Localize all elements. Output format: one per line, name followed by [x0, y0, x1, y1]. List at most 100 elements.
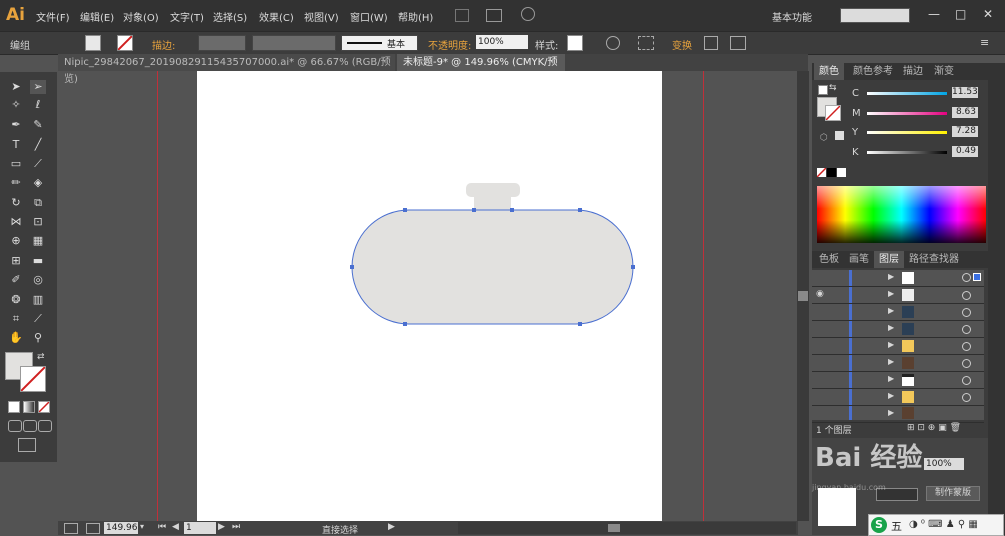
- shape-builder-icon[interactable]: ⊕: [8, 234, 24, 248]
- type-tool-icon[interactable]: T: [8, 138, 24, 152]
- tab-swatches[interactable]: 色板: [814, 251, 844, 268]
- status-menu-icon[interactable]: ▶: [388, 522, 395, 532]
- make-mask-button[interactable]: 制作蒙版: [926, 486, 980, 501]
- pen-tool-icon[interactable]: ✒: [8, 118, 24, 132]
- ime-tool-icons[interactable]: ◑ ⁰ ⌨ ♟ ⚲ ▦: [909, 519, 978, 530]
- draw-behind-icon[interactable]: [23, 420, 37, 432]
- search-input[interactable]: [840, 8, 910, 23]
- prev-artboard-icon[interactable]: ◀: [172, 522, 179, 532]
- anchor-point[interactable]: [510, 208, 514, 212]
- panel-menu-icon[interactable]: ≡: [980, 36, 989, 49]
- ime-mode-label[interactable]: 五: [891, 518, 902, 534]
- layer-row[interactable]: ▶: [812, 372, 984, 389]
- channel-k-slider[interactable]: [867, 151, 947, 154]
- swap-icon[interactable]: ⇆: [829, 83, 837, 93]
- zoom-dropdown-icon[interactable]: ▾: [140, 522, 144, 531]
- menu-edit[interactable]: 编辑(E): [80, 9, 114, 24]
- expand-arrow-icon[interactable]: ▶: [888, 306, 894, 315]
- zoom-tool-icon[interactable]: ⚲: [30, 331, 46, 345]
- anchor-point[interactable]: [631, 265, 635, 269]
- gradient-tool-icon[interactable]: ▬: [30, 254, 46, 268]
- expand-arrow-icon[interactable]: ▶: [888, 340, 894, 349]
- stroke-color-box[interactable]: [20, 366, 46, 392]
- menu-object[interactable]: 对象(O): [123, 9, 159, 24]
- expand-arrow-icon[interactable]: ▶: [888, 323, 894, 332]
- maximize-icon[interactable]: □: [955, 7, 966, 21]
- layer-row[interactable]: ▶: [812, 321, 984, 338]
- opacity-input[interactable]: 100%: [476, 35, 528, 49]
- none-swatch[interactable]: [816, 167, 827, 178]
- last-artboard-icon[interactable]: ⏭: [232, 522, 240, 532]
- brush-dropdown[interactable]: 基本: [341, 35, 418, 51]
- menu-file[interactable]: 文件(F): [36, 9, 70, 24]
- transform-label[interactable]: 变换: [672, 37, 692, 52]
- gradient-mode-icon[interactable]: [23, 401, 35, 413]
- column-graph-icon[interactable]: ▥: [30, 293, 46, 307]
- screen-mode-icon[interactable]: [18, 438, 36, 452]
- layer-row[interactable]: ▶: [812, 406, 984, 423]
- artboard-number-input[interactable]: 1: [184, 522, 216, 534]
- envelope-icon[interactable]: [730, 36, 746, 50]
- visibility-eye-icon[interactable]: ◉: [816, 289, 824, 299]
- tab-gradient[interactable]: 渐变: [929, 63, 959, 80]
- expand-arrow-icon[interactable]: ▶: [888, 272, 894, 281]
- tab-brushes[interactable]: 画笔: [844, 251, 874, 268]
- target-icon[interactable]: [962, 359, 971, 368]
- share-icon[interactable]: [86, 523, 100, 534]
- tab-untitled-9[interactable]: 未标题-9* @ 149.96% (CMYK/预览): [397, 54, 565, 85]
- next-artboard-icon[interactable]: ▶: [218, 522, 225, 532]
- expand-arrow-icon[interactable]: ▶: [888, 374, 894, 383]
- anchor-point[interactable]: [578, 322, 582, 326]
- target-icon[interactable]: [962, 291, 971, 300]
- layer-row[interactable]: ▶: [812, 355, 984, 372]
- anchor-point[interactable]: [472, 208, 476, 212]
- curvature-tool-icon[interactable]: ✎: [30, 118, 46, 132]
- bridge-icon[interactable]: [455, 9, 469, 22]
- blend-tool-icon[interactable]: ◎: [30, 273, 46, 287]
- panel-stroke-box[interactable]: [825, 105, 841, 121]
- minimize-icon[interactable]: —: [928, 7, 940, 21]
- rotate-tool-icon[interactable]: ↻: [8, 196, 24, 210]
- direct-selection-tool-icon[interactable]: ➢: [30, 80, 46, 94]
- horizontal-scrollbar[interactable]: [458, 522, 796, 534]
- default-colors-icon[interactable]: [818, 85, 828, 95]
- eraser-icon[interactable]: ◈: [30, 176, 46, 190]
- eyedropper-icon[interactable]: ✐: [8, 273, 24, 287]
- expand-arrow-icon[interactable]: ▶: [888, 357, 894, 366]
- target-icon[interactable]: [962, 325, 971, 334]
- layer-row[interactable]: ◉ ▶: [812, 287, 984, 304]
- swap-colors-icon[interactable]: ⇄: [37, 352, 45, 362]
- tab-layers[interactable]: 图层: [874, 251, 904, 268]
- draw-inside-icon[interactable]: [38, 420, 52, 432]
- menu-effect[interactable]: 效果(C): [259, 9, 294, 24]
- layer-row[interactable]: ▶: [812, 389, 984, 406]
- stroke-swatch[interactable]: [117, 35, 133, 51]
- arrange-docs-icon[interactable]: [486, 9, 502, 22]
- sogou-ime-icon[interactable]: S: [871, 517, 887, 533]
- slice-tool-icon[interactable]: ⟋: [30, 312, 46, 326]
- draw-normal-icon[interactable]: [8, 420, 22, 432]
- layer-row[interactable]: ▶: [812, 304, 984, 321]
- anchor-point[interactable]: [403, 208, 407, 212]
- perspective-grid-icon[interactable]: ▦: [30, 234, 46, 248]
- expand-arrow-icon[interactable]: ▶: [888, 289, 894, 298]
- black-swatch[interactable]: [827, 168, 836, 177]
- channel-c-value[interactable]: 11.53: [952, 87, 978, 98]
- vertical-scrollbar[interactable]: [797, 71, 809, 521]
- selection-tool-icon[interactable]: ➤: [8, 80, 24, 94]
- target-icon[interactable]: [962, 308, 971, 317]
- scale-tool-icon[interactable]: ⧉: [30, 196, 46, 210]
- tab-pathfinder[interactable]: 路径查找器: [904, 251, 964, 268]
- close-icon[interactable]: ✕: [983, 7, 993, 21]
- opacity-label[interactable]: 不透明度:: [428, 37, 471, 52]
- target-icon[interactable]: [962, 393, 971, 402]
- fill-swatch[interactable]: [85, 35, 101, 51]
- symbol-sprayer-icon[interactable]: ❂: [8, 293, 24, 307]
- magic-wand-icon[interactable]: ✧: [8, 98, 24, 112]
- channel-m-slider[interactable]: [867, 112, 947, 115]
- color-spectrum[interactable]: [817, 186, 986, 243]
- width-tool-icon[interactable]: ⋈: [8, 215, 24, 229]
- paintbrush-icon[interactable]: ⟋: [30, 157, 46, 171]
- vertical-scroll-thumb[interactable]: [798, 291, 808, 301]
- menu-text[interactable]: 文字(T): [170, 9, 204, 24]
